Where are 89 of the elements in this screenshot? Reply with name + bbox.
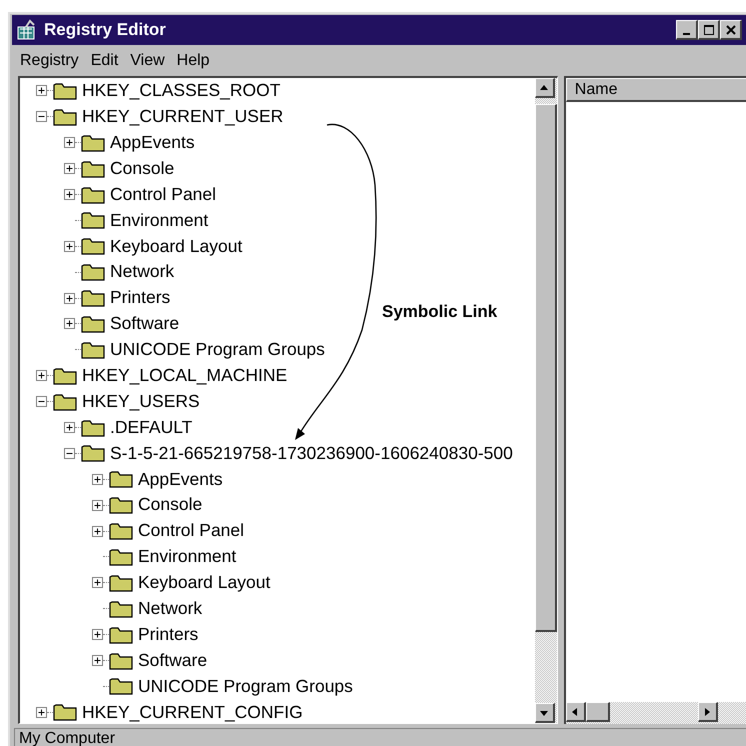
tree-item[interactable]: Keyboard Layout bbox=[110, 238, 242, 256]
tree-item[interactable]: S-1-5-21-665219758-1730236900-1606240830-500 bbox=[110, 444, 513, 462]
tree-item[interactable]: AppEvents bbox=[138, 470, 223, 488]
status-bar: My Computer bbox=[14, 728, 746, 746]
folder-icon bbox=[109, 574, 133, 592]
expand-icon[interactable] bbox=[92, 629, 103, 640]
expand-icon[interactable] bbox=[64, 422, 75, 434]
tree-item[interactable]: UNICODE Program Groups bbox=[110, 341, 325, 359]
window-title: Registry Editor bbox=[44, 19, 166, 42]
tree-item[interactable]: Console bbox=[110, 160, 174, 178]
tree-item[interactable]: HKEY_CURRENT_CONFIG bbox=[82, 704, 303, 722]
expand-icon[interactable] bbox=[64, 163, 75, 174]
folder-icon bbox=[109, 522, 133, 540]
minimize-button[interactable] bbox=[676, 20, 698, 40]
collapse-icon[interactable] bbox=[36, 396, 47, 408]
collapse-icon[interactable] bbox=[36, 111, 47, 122]
expand-icon[interactable] bbox=[64, 137, 75, 148]
tree-item[interactable]: Keyboard Layout bbox=[138, 574, 270, 592]
tree-item[interactable]: Control Panel bbox=[138, 522, 244, 540]
folder-icon bbox=[109, 626, 133, 644]
expand-icon[interactable] bbox=[92, 577, 103, 588]
scroll-thumb[interactable] bbox=[534, 104, 557, 632]
tree-item[interactable]: Console bbox=[138, 496, 202, 514]
tree-item[interactable]: .DEFAULT bbox=[110, 418, 192, 436]
folder-icon bbox=[109, 652, 133, 670]
tree-item[interactable]: Environment bbox=[110, 212, 208, 230]
expand-icon[interactable] bbox=[92, 500, 103, 511]
tree-item[interactable]: UNICODE Program Groups bbox=[138, 678, 353, 696]
expand-icon[interactable] bbox=[36, 706, 47, 718]
folder-icon bbox=[81, 263, 105, 282]
folder-icon bbox=[53, 108, 77, 126]
folder-icon bbox=[53, 392, 77, 411]
scroll-button[interactable] bbox=[698, 702, 718, 722]
folder-icon bbox=[53, 366, 77, 385]
tree-item[interactable]: Environment bbox=[138, 548, 236, 566]
minimize-icon bbox=[683, 32, 690, 34]
folder-icon bbox=[53, 703, 77, 722]
folder-icon bbox=[53, 82, 77, 100]
folder-icon bbox=[109, 677, 133, 696]
menu-item[interactable]: Edit bbox=[84, 48, 124, 72]
tree-item[interactable]: Control Panel bbox=[110, 186, 216, 204]
folder-icon bbox=[109, 496, 133, 514]
folder-icon bbox=[81, 134, 105, 152]
expand-icon[interactable] bbox=[64, 240, 75, 252]
expand-icon[interactable] bbox=[64, 318, 75, 330]
tree-item[interactable]: Network bbox=[110, 263, 174, 281]
tree-item[interactable]: Printers bbox=[138, 626, 198, 644]
folder-icon bbox=[81, 289, 105, 308]
scroll-button[interactable] bbox=[534, 703, 555, 723]
expand-icon[interactable] bbox=[36, 85, 47, 96]
annotation-label: Symbolic Link bbox=[382, 301, 498, 323]
folder-icon bbox=[81, 340, 105, 359]
tree-item[interactable]: HKEY_LOCAL_MACHINE bbox=[82, 366, 288, 384]
folder-icon bbox=[109, 548, 133, 566]
expand-icon[interactable] bbox=[64, 189, 75, 200]
folder-icon bbox=[81, 444, 105, 462]
expand-icon[interactable] bbox=[92, 526, 103, 537]
tree-item[interactable]: Printers bbox=[110, 289, 170, 307]
tree-item[interactable]: HKEY_USERS bbox=[82, 392, 200, 410]
folder-icon bbox=[109, 470, 133, 488]
close-icon bbox=[724, 24, 736, 36]
menu-item[interactable]: Registry bbox=[14, 48, 85, 72]
scroll-button[interactable] bbox=[534, 78, 555, 98]
folder-icon bbox=[81, 160, 105, 178]
expand-icon[interactable] bbox=[92, 655, 103, 666]
expand-icon[interactable] bbox=[64, 292, 75, 304]
tree-item[interactable]: HKEY_CURRENT_USER bbox=[82, 108, 284, 126]
menu-item[interactable]: Help bbox=[170, 48, 216, 72]
maximize-button[interactable] bbox=[698, 20, 720, 40]
menu-item[interactable]: View bbox=[124, 48, 171, 72]
folder-icon bbox=[81, 418, 105, 437]
tree-item[interactable]: Network bbox=[138, 600, 202, 618]
tree-item[interactable]: HKEY_CLASSES_ROOT bbox=[82, 82, 280, 100]
maximize-icon bbox=[702, 24, 714, 36]
collapse-icon[interactable] bbox=[64, 448, 75, 459]
folder-icon bbox=[109, 600, 133, 618]
tree-item[interactable]: AppEvents bbox=[110, 134, 195, 152]
folder-icon bbox=[81, 186, 105, 204]
folder-icon bbox=[81, 211, 105, 230]
column-header[interactable]: Name bbox=[566, 78, 746, 102]
close-button[interactable] bbox=[720, 20, 742, 40]
tree-item[interactable]: Software bbox=[138, 652, 208, 670]
scroll-button[interactable] bbox=[566, 702, 586, 722]
folder-icon bbox=[81, 237, 105, 256]
folder-icon bbox=[81, 314, 105, 333]
scroll-thumb[interactable] bbox=[586, 702, 610, 722]
tree-item[interactable]: Software bbox=[110, 315, 180, 333]
expand-icon[interactable] bbox=[92, 474, 103, 485]
expand-icon[interactable] bbox=[36, 370, 47, 382]
